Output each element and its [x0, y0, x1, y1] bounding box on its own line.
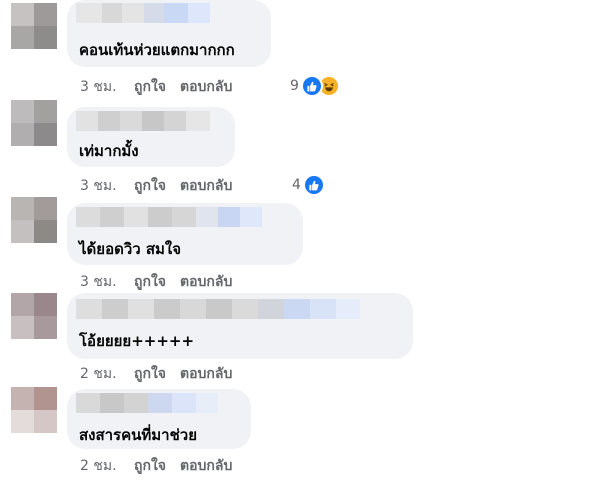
comment-bubble: คอนเท้นห่วยแตกมากกก [67, 0, 271, 67]
author-name-blurred[interactable] [76, 111, 210, 131]
comment-bubble: เท่มากมั้ง [67, 107, 235, 167]
comment-bubble: โอ้ยยยย+++++ [67, 293, 413, 359]
comment-time[interactable]: 3 ชม. [80, 175, 134, 197]
like-button[interactable]: ถูกใจ [134, 76, 180, 98]
avatar[interactable] [11, 100, 57, 146]
like-button[interactable]: ถูกใจ [134, 271, 180, 293]
author-name-blurred[interactable] [76, 3, 210, 23]
reply-button[interactable]: ตอบกลับ [180, 76, 232, 98]
reply-button[interactable]: ตอบกลับ [180, 455, 232, 477]
like-button[interactable]: ถูกใจ [134, 363, 180, 385]
like-button[interactable]: ถูกใจ [134, 175, 180, 197]
avatar[interactable] [11, 387, 57, 433]
like-button[interactable]: ถูกใจ [134, 455, 180, 477]
avatar[interactable] [11, 197, 57, 243]
reaction-summary[interactable]: 4 [292, 174, 325, 196]
comment-time[interactable]: 3 ชม. [80, 271, 134, 293]
comment-actions: 2 ชม. ถูกใจ ตอบกลับ [80, 455, 232, 477]
comment-time[interactable]: 2 ชม. [80, 363, 134, 385]
avatar[interactable] [11, 3, 57, 49]
comment-text: ได้ยอดวิว สมใจ [79, 240, 182, 258]
comment-text: เท่มากมั้ง [79, 142, 139, 160]
comment-actions: 2 ชม. ถูกใจ ตอบกลับ [80, 363, 232, 385]
comment: คอนเท้นห่วยแตกมากกก 3 ชม. ถูกใจ ตอบกลับ … [0, 0, 600, 100]
comment-actions: 3 ชม. ถูกใจ ตอบกลับ [80, 76, 232, 98]
author-name-blurred[interactable] [76, 299, 360, 319]
comment-actions: 3 ชม. ถูกใจ ตอบกลับ [80, 175, 232, 197]
like-icon [300, 75, 323, 97]
reply-button[interactable]: ตอบกลับ [180, 271, 232, 293]
comment: โอ้ยยยย+++++ 2 ชม. ถูกใจ ตอบกลับ [0, 293, 600, 387]
comment-text: คอนเท้นห่วยแตกมากกก [79, 41, 235, 59]
comment-text: โอ้ยยยย+++++ [79, 332, 195, 350]
author-name-blurred[interactable] [76, 393, 218, 413]
author-name-blurred[interactable] [76, 207, 262, 227]
comment-bubble: ได้ยอดวิว สมใจ [67, 203, 303, 265]
comment-time[interactable]: 2 ชม. [80, 455, 134, 477]
reply-button[interactable]: ตอบกลับ [180, 175, 232, 197]
comment: ได้ยอดวิว สมใจ 3 ชม. ถูกใจ ตอบกลับ [0, 197, 600, 293]
comment: สงสารคนที่มาช่วย 2 ชม. ถูกใจ ตอบกลับ [0, 387, 600, 480]
comment-actions: 3 ชม. ถูกใจ ตอบกลับ [80, 271, 232, 293]
like-icon [302, 174, 325, 196]
reply-button[interactable]: ตอบกลับ [180, 363, 232, 385]
reaction-summary[interactable]: 9 [290, 75, 340, 97]
comment-bubble: สงสารคนที่มาช่วย [67, 389, 251, 449]
comment-time[interactable]: 3 ชม. [80, 76, 134, 98]
reaction-count: 4 [292, 177, 301, 193]
comment: เท่มากมั้ง 3 ชม. ถูกใจ ตอบกลับ 4 [0, 100, 600, 197]
reaction-count: 9 [290, 78, 299, 94]
comment-text: สงสารคนที่มาช่วย [79, 426, 197, 444]
avatar[interactable] [11, 293, 57, 339]
